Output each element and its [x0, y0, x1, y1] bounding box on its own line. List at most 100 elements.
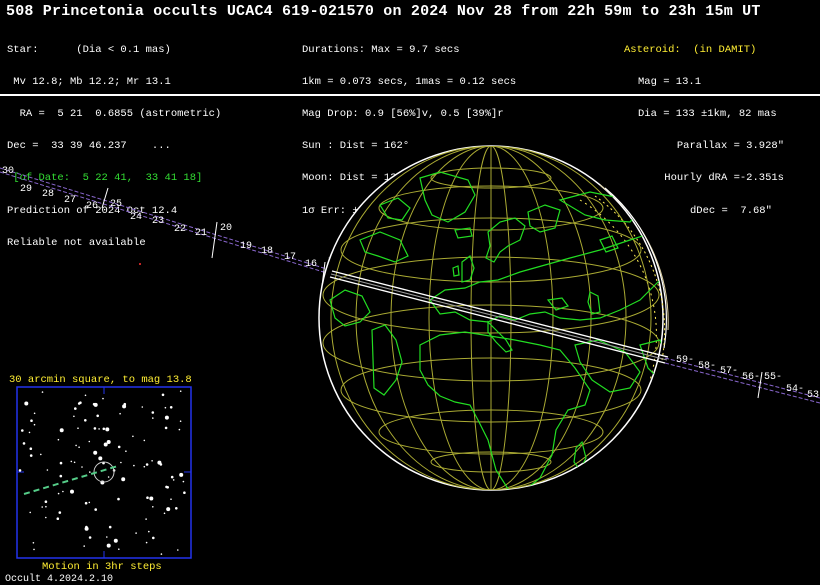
finder-star — [62, 490, 64, 493]
red-marker — [139, 263, 141, 265]
finder-star — [143, 465, 146, 468]
shadow-path-left — [0, 167, 331, 275]
finder-star — [152, 506, 154, 508]
path-time-label: 56- — [742, 372, 760, 383]
path-time-label: 59- — [676, 355, 694, 366]
finder-star — [75, 444, 77, 447]
finder-star — [59, 461, 63, 465]
finder-star — [151, 460, 153, 462]
finder-title: 30 arcmin square, to mag 13.8 — [9, 374, 192, 386]
path-time-label: 28 — [42, 189, 54, 200]
finder-star — [98, 456, 103, 461]
finder-star — [22, 442, 26, 445]
finder-star — [161, 393, 165, 397]
path-time-label: 25 — [110, 199, 122, 210]
path-time-label: 57- — [720, 366, 738, 377]
finder-star — [84, 501, 88, 505]
finder-star — [143, 439, 146, 442]
finder-star — [84, 419, 87, 422]
finder-star — [46, 469, 49, 471]
finder-star — [29, 454, 33, 457]
finder-star — [105, 427, 110, 432]
path-time-label: 23 — [152, 216, 164, 227]
finder-star — [59, 428, 64, 433]
finder-star — [117, 445, 121, 449]
path-time-label: 17 — [284, 252, 296, 263]
finder-star — [120, 461, 122, 464]
occultation-map: 30292827262524232221201918171615 59-58-5… — [0, 145, 820, 559]
finder-star — [84, 394, 87, 397]
finder-star — [44, 500, 48, 504]
path-time-labels-right: 59- 58- 57- 56- 55- 54-53 — [676, 355, 819, 401]
path-time-label: 21 — [195, 228, 207, 239]
finder-star — [113, 538, 118, 543]
finder-star — [117, 497, 120, 501]
finder-chart — [16, 386, 192, 559]
path-time-label: 19 — [240, 241, 252, 252]
finder-star — [148, 530, 150, 533]
path-time-label: 53 — [807, 390, 819, 401]
finder-star — [133, 464, 135, 467]
finder-star — [179, 390, 182, 393]
finder-star — [145, 518, 147, 520]
finder-star — [107, 476, 110, 478]
finder-star — [83, 545, 85, 547]
finder-star — [84, 526, 89, 531]
finder-star — [172, 479, 175, 481]
earth-globe — [318, 145, 669, 491]
path-time-label: 29 — [20, 184, 32, 195]
finder-star — [106, 543, 111, 548]
path-time-label: 18 — [261, 246, 273, 257]
path-time-label: 30 — [2, 166, 14, 177]
finder-star — [33, 423, 36, 426]
finder-star — [77, 427, 79, 430]
finder-star — [89, 471, 91, 473]
finder-star — [169, 406, 173, 409]
finder-star — [157, 460, 162, 465]
finder-star — [179, 472, 184, 477]
finder-star — [28, 431, 31, 434]
finder-star — [102, 427, 106, 431]
path-time-label: 58- — [698, 361, 716, 372]
finder-star — [88, 440, 91, 443]
finder-star — [121, 477, 126, 482]
finder-star — [125, 450, 127, 453]
finder-star — [108, 525, 112, 529]
finder-star — [29, 511, 32, 514]
finder-star — [152, 417, 154, 419]
finder-star — [58, 511, 62, 514]
finder-star — [164, 426, 168, 430]
finder-star — [70, 460, 73, 463]
finder-star — [122, 404, 127, 409]
finder-star — [145, 541, 148, 544]
finder-star — [151, 411, 155, 414]
path-time-label: 22 — [174, 224, 186, 235]
finder-star — [24, 401, 29, 406]
finder-star — [152, 536, 155, 540]
finder-star — [21, 429, 24, 432]
finder-star — [170, 475, 174, 479]
finder-star — [33, 548, 35, 551]
finder-star — [96, 414, 99, 418]
finder-star — [146, 496, 149, 500]
finder-star — [73, 415, 75, 418]
finder-star — [141, 406, 144, 408]
finder-star — [165, 485, 168, 489]
finder-star — [41, 391, 44, 393]
finder-star — [164, 406, 167, 409]
finder-star — [93, 450, 98, 455]
finder-star — [88, 501, 91, 504]
finder-star — [45, 516, 47, 519]
finder-star — [74, 407, 77, 410]
finder-star — [94, 508, 97, 511]
finder-star — [92, 402, 96, 406]
finder-star — [170, 498, 172, 501]
finder-star — [175, 507, 178, 510]
finder-star — [32, 542, 35, 544]
finder-star — [182, 480, 185, 483]
finder-star — [164, 415, 169, 420]
finder-star — [149, 496, 154, 501]
finder-star — [56, 517, 60, 520]
version-label: Occult 4.2024.2.10 — [5, 574, 114, 585]
finder-star — [98, 428, 100, 430]
